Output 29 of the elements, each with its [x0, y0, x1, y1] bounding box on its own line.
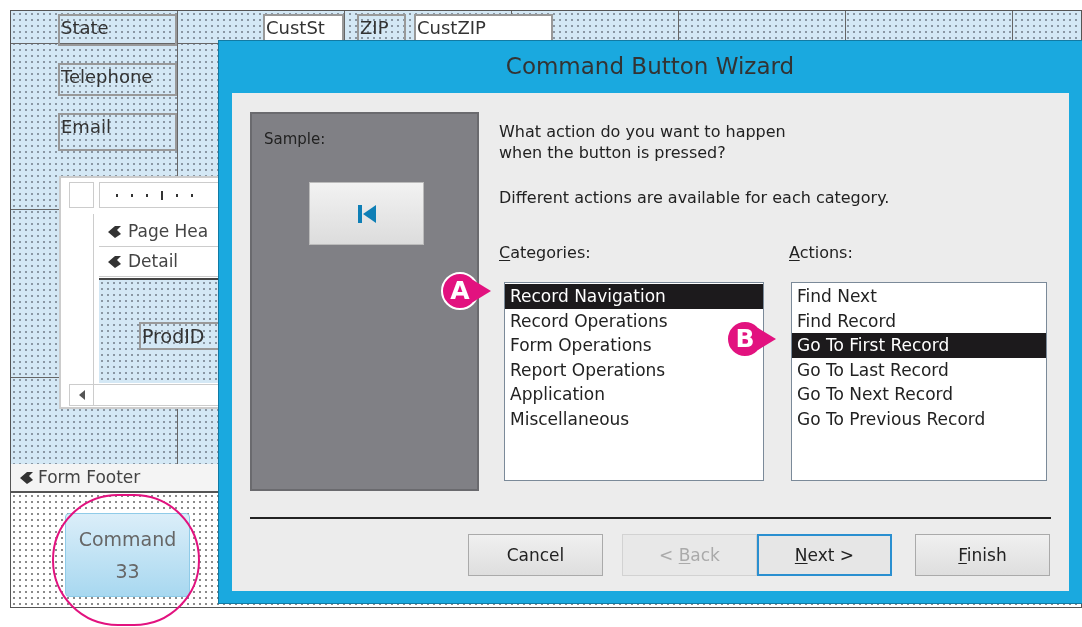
list-item[interactable]: Go To First Record	[792, 333, 1046, 358]
list-item[interactable]: Record Navigation	[505, 284, 763, 309]
list-item[interactable]: Go To Next Record	[792, 382, 1046, 407]
window-title: Command Button Wizard	[504, 51, 796, 81]
list-item[interactable]: Miscellaneous	[505, 406, 763, 431]
list-item[interactable]: Go To Previous Record	[792, 406, 1046, 431]
section-icon	[107, 255, 122, 269]
list-label: Categories:	[499, 242, 591, 264]
section-icon	[107, 225, 122, 239]
dialog-button[interactable]: Finish	[915, 534, 1050, 576]
list-item[interactable]: Find Next	[792, 284, 1046, 309]
list-item[interactable]: Find Record	[792, 308, 1046, 333]
list-label: Actions:	[789, 242, 853, 264]
first-record-icon	[355, 202, 378, 225]
section-icon	[19, 470, 34, 485]
prompt-text: What action do you want to happen when the button is pressed?	[499, 121, 787, 163]
form-label[interactable]: State	[58, 14, 177, 46]
dialog-button[interactable]: Cancel	[468, 534, 603, 576]
list-item[interactable]: Application	[505, 382, 763, 407]
sample-label: Sample:	[264, 129, 326, 150]
form-label[interactable]: Email	[58, 113, 177, 151]
list-item[interactable]: Report Operations	[505, 357, 763, 382]
dialog-button[interactable]: Next >	[757, 534, 892, 576]
note-text: Different actions are available for each category.	[499, 187, 890, 209]
list-item[interactable]: Go To Last Record	[792, 357, 1046, 382]
form-label[interactable]: Telephone	[58, 63, 177, 96]
list-box[interactable]: Find Next Find Record Go To First Record Go To Last Record Go To Next Record Go To Previous Record	[791, 282, 1047, 481]
command-button[interactable]: Command 33	[65, 513, 190, 597]
scroll-left-icon[interactable]	[78, 390, 85, 400]
